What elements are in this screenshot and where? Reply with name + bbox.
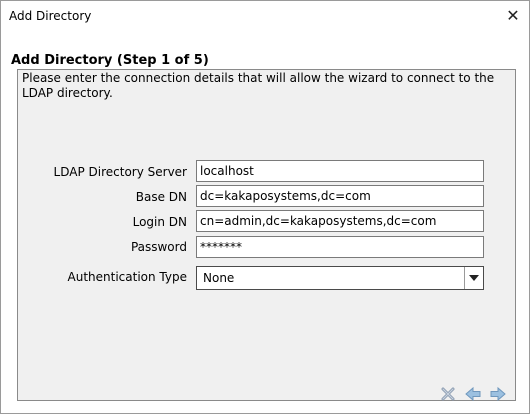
wizard-panel: Please enter the connection details that… (17, 69, 516, 401)
window-title: Add Directory (9, 9, 92, 23)
title-bar: Add Directory ✕ (1, 1, 529, 31)
dropdown-button[interactable] (464, 267, 483, 289)
base-dn-label: Base DN (135, 190, 187, 204)
step-title: Add Directory (Step 1 of 5) (11, 53, 209, 68)
server-label: LDAP Directory Server (53, 165, 187, 179)
auth-type-value: None (203, 271, 235, 285)
close-button[interactable]: ✕ (503, 5, 523, 25)
wizard-description: Please enter the connection details that… (22, 71, 495, 100)
login-dn-input[interactable]: cn=admin,dc=kakaposystems,dc=com (196, 210, 484, 232)
ldap-server-input[interactable]: localhost (196, 160, 484, 182)
password-label: Password (130, 240, 187, 254)
cancel-button[interactable] (440, 386, 456, 402)
back-button[interactable] (465, 386, 481, 402)
next-button[interactable] (490, 386, 506, 402)
arrow-right-icon (490, 386, 506, 402)
base-dn-input[interactable]: dc=kakaposystems,dc=com (196, 185, 484, 207)
chevron-down-icon (469, 275, 479, 281)
password-input[interactable]: ******* (196, 236, 484, 258)
arrow-left-icon (465, 386, 481, 402)
close-icon: ✕ (506, 5, 520, 25)
cancel-icon (441, 387, 455, 401)
auth-type-select[interactable]: None (196, 266, 484, 290)
login-dn-label: Login DN (132, 215, 187, 229)
auth-type-label: Authentication Type (67, 270, 187, 284)
